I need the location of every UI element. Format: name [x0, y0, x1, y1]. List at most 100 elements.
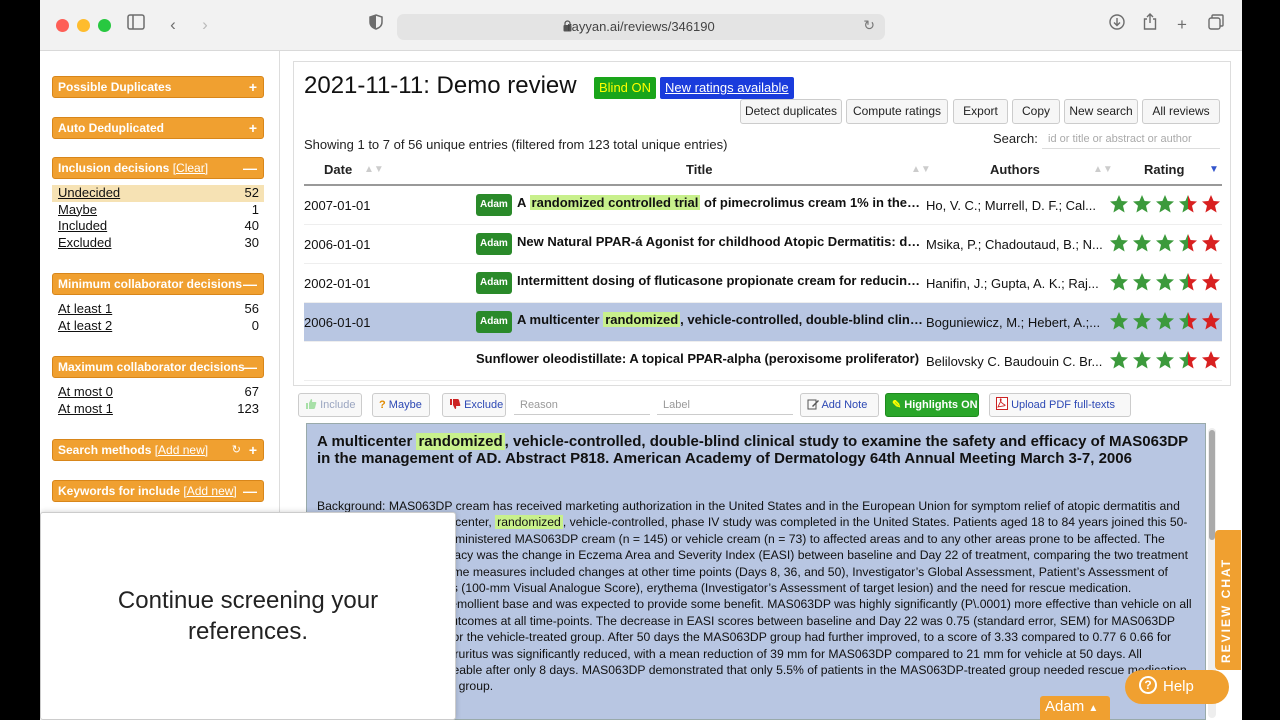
- star-icon[interactable]: [1155, 194, 1175, 214]
- adam-badge[interactable]: Adam: [476, 194, 512, 216]
- detect-duplicates-button[interactable]: Detect duplicates: [740, 99, 842, 124]
- collapse-icon[interactable]: —: [243, 357, 257, 377]
- exclude-button[interactable]: Exclude: [442, 393, 506, 417]
- star-icon[interactable]: [1178, 233, 1198, 253]
- star-icon[interactable]: [1201, 194, 1221, 214]
- adam-badge[interactable]: Adam: [476, 233, 512, 255]
- star-icon[interactable]: [1178, 194, 1198, 214]
- column-date[interactable]: Date: [324, 162, 352, 177]
- collapse-icon[interactable]: —: [243, 481, 257, 501]
- reload-icon[interactable]: ↻: [863, 17, 875, 34]
- review-chat-tab[interactable]: REVIEW CHAT: [1215, 530, 1241, 670]
- row-title[interactable]: Sunflower oleodistillate: A topical PPAR…: [476, 351, 923, 366]
- column-authors[interactable]: Authors: [990, 162, 1040, 177]
- star-icon[interactable]: [1155, 272, 1175, 292]
- star-icon[interactable]: [1109, 194, 1129, 214]
- filter-at-least-1[interactable]: At least 1 56: [52, 301, 264, 318]
- star-icon[interactable]: [1109, 311, 1129, 331]
- star-icon[interactable]: [1155, 350, 1175, 370]
- filter-maybe[interactable]: Maybe 1: [52, 202, 264, 219]
- filter-included[interactable]: Included 40: [52, 218, 264, 235]
- expand-icon[interactable]: +: [249, 77, 257, 97]
- new-search-button[interactable]: New search: [1064, 99, 1138, 124]
- star-icon[interactable]: [1132, 194, 1152, 214]
- filter-undecided[interactable]: Undecided 52: [52, 185, 264, 202]
- filter-at-least-2[interactable]: At least 2 0: [52, 318, 264, 335]
- collapse-icon[interactable]: —: [243, 274, 257, 294]
- star-icon[interactable]: [1178, 272, 1198, 292]
- export-button[interactable]: Export: [953, 99, 1008, 124]
- compute-ratings-button[interactable]: Compute ratings: [846, 99, 948, 124]
- sort-icon[interactable]: ▲▼: [1093, 164, 1113, 175]
- filter-at-most-1[interactable]: At most 1 123: [52, 401, 264, 418]
- star-icon[interactable]: [1132, 350, 1152, 370]
- highlights-toggle-button[interactable]: ✎ Highlights ON: [885, 393, 979, 417]
- include-button[interactable]: Include: [298, 393, 362, 417]
- zoom-window-button[interactable]: [98, 19, 111, 32]
- share-icon[interactable]: [1138, 13, 1162, 37]
- maybe-button[interactable]: ? Maybe: [372, 393, 430, 417]
- star-icon[interactable]: [1178, 350, 1198, 370]
- star-icon[interactable]: [1155, 311, 1175, 331]
- sort-desc-icon[interactable]: ▼: [1209, 164, 1219, 175]
- sort-icon[interactable]: ▲▼: [364, 164, 384, 175]
- add-note-button[interactable]: Add Note: [800, 393, 879, 417]
- filter-at-most-0[interactable]: At most 0 67: [52, 384, 264, 401]
- shield-icon[interactable]: [364, 13, 388, 37]
- table-row[interactable]: 2006-01-01 Adam A multicenter randomized, …: [304, 303, 1222, 342]
- address-bar[interactable]: rayyan.ai/reviews/346190 ↻: [397, 14, 885, 40]
- add-search-method-link[interactable]: [Add new]: [155, 443, 208, 457]
- sort-icon[interactable]: ▲▼: [911, 164, 931, 175]
- collapse-icon[interactable]: —: [243, 158, 257, 178]
- blind-status-badge[interactable]: Blind ON: [594, 77, 657, 99]
- column-title[interactable]: Title: [686, 162, 713, 177]
- close-window-button[interactable]: [56, 19, 69, 32]
- continue-screening-popup[interactable]: Continue screening your references.: [40, 512, 456, 720]
- search-methods-header[interactable]: Search methods [Add new] ↻ +: [52, 439, 264, 461]
- star-icon[interactable]: [1109, 272, 1129, 292]
- table-row[interactable]: 2007-01-01 Adam A randomized controlled tr…: [304, 186, 1222, 225]
- tab-overview-icon[interactable]: [1204, 13, 1228, 37]
- new-ratings-link[interactable]: New ratings available: [660, 77, 794, 99]
- inclusion-decisions-header[interactable]: Inclusion decisions [Clear] —: [52, 157, 264, 179]
- table-row[interactable]: 2002-01-01 Adam Intermittent dosing of flu…: [304, 264, 1222, 303]
- reason-input[interactable]: [514, 395, 650, 415]
- forward-icon[interactable]: ›: [193, 13, 217, 37]
- star-icon[interactable]: [1178, 311, 1198, 331]
- sidebar-toggle-icon[interactable]: [124, 13, 148, 37]
- keywords-include-header[interactable]: Keywords for include [Add new] —: [52, 480, 264, 502]
- star-icon[interactable]: [1155, 233, 1175, 253]
- star-icon[interactable]: [1201, 350, 1221, 370]
- clear-link[interactable]: [Clear]: [173, 161, 208, 175]
- adam-badge[interactable]: Adam: [476, 311, 512, 333]
- label-input[interactable]: [657, 395, 793, 415]
- row-title[interactable]: A multicenter randomized, vehicle-contro…: [517, 312, 923, 327]
- minimize-window-button[interactable]: [77, 19, 90, 32]
- star-icon[interactable]: [1109, 350, 1129, 370]
- search-input[interactable]: [1042, 129, 1220, 149]
- min-collaborator-header[interactable]: Minimum collaborator decisions —: [52, 273, 264, 295]
- star-icon[interactable]: [1201, 233, 1221, 253]
- star-icon[interactable]: [1109, 233, 1129, 253]
- adam-chat-tab[interactable]: Adam ▲: [1040, 696, 1110, 720]
- row-title[interactable]: Intermittent dosing of fluticasone propi…: [517, 273, 923, 288]
- expand-icon[interactable]: +: [249, 440, 257, 460]
- row-title[interactable]: New Natural PPAR-á Agonist for childhood…: [517, 234, 923, 249]
- new-tab-icon[interactable]: +: [1170, 13, 1194, 37]
- possible-duplicates-header[interactable]: Possible Duplicates +: [52, 76, 264, 98]
- table-row[interactable]: 2006-01-01 Adam New Natural PPAR-á Agonist…: [304, 225, 1222, 264]
- auto-deduplicated-header[interactable]: Auto Deduplicated +: [52, 117, 264, 139]
- star-icon[interactable]: [1132, 233, 1152, 253]
- max-collaborator-header[interactable]: Maximum collaborator decisions —: [52, 356, 264, 378]
- row-title[interactable]: A randomized controlled trial of pimecro…: [517, 195, 923, 210]
- expand-icon[interactable]: +: [249, 118, 257, 138]
- star-icon[interactable]: [1201, 272, 1221, 292]
- filter-excluded[interactable]: Excluded 30: [52, 235, 264, 252]
- help-button[interactable]: ? Help: [1125, 670, 1229, 704]
- star-icon[interactable]: [1132, 311, 1152, 331]
- star-icon[interactable]: [1132, 272, 1152, 292]
- column-rating[interactable]: Rating: [1144, 162, 1184, 177]
- abstract-scroll-thumb[interactable]: [1209, 430, 1215, 540]
- back-icon[interactable]: ‹: [161, 13, 185, 37]
- download-icon[interactable]: [1105, 13, 1129, 37]
